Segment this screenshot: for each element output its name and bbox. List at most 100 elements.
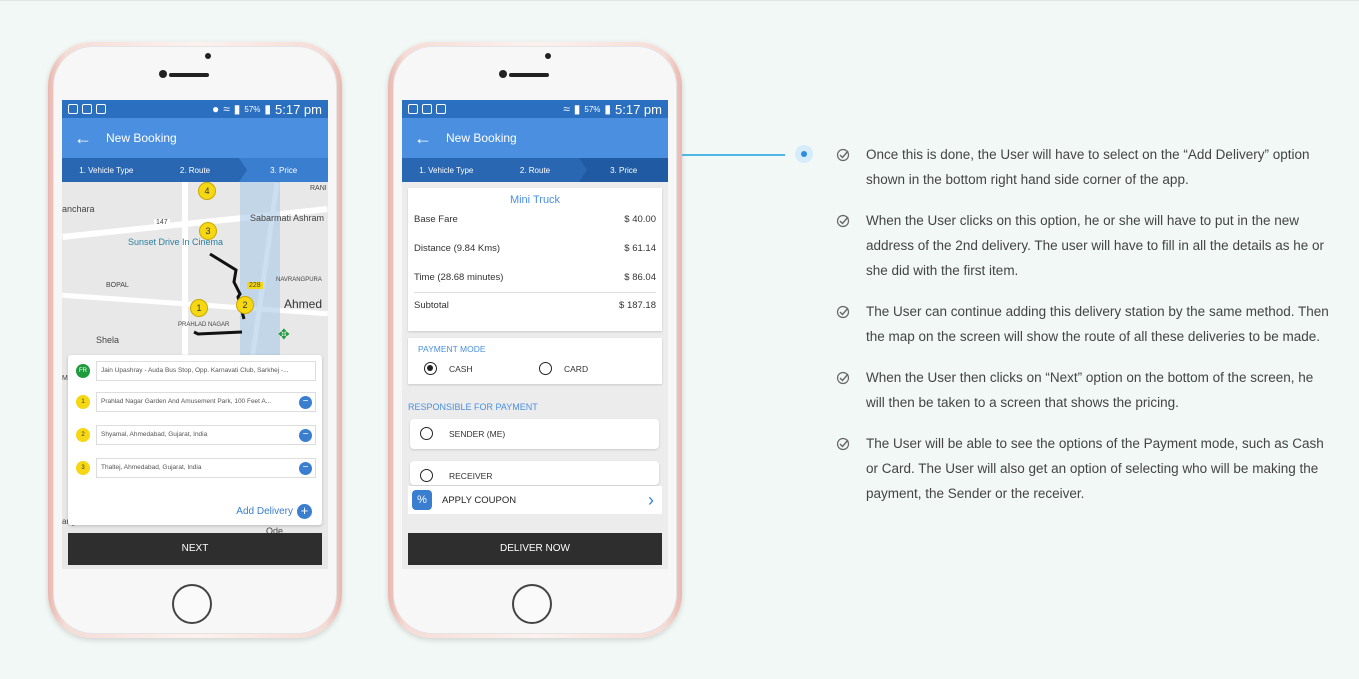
address-field[interactable]: Prahlad Nagar Garden And Amusement Park,…	[96, 392, 316, 412]
fare-value: $ 86.04	[624, 272, 656, 283]
step-label: 1. Vehicle Type	[419, 165, 474, 175]
app-bar: ← New Booking	[62, 118, 328, 158]
top-divider	[0, 0, 1359, 1]
map-pin[interactable]: 3	[199, 222, 217, 240]
price-body: Mini Truck Base Fare $ 40.00 Distance (9.…	[402, 182, 668, 569]
check-circle-icon	[836, 214, 850, 228]
step-route[interactable]: 2. Route	[490, 158, 588, 182]
back-arrow-icon[interactable]: ←	[74, 128, 92, 149]
vehicle-name: Mini Truck	[509, 194, 561, 206]
front-camera-icon	[205, 53, 211, 59]
feature-text: The User can continue adding this delive…	[866, 304, 1329, 344]
apply-coupon-button[interactable]: % APPLY COUPON ›	[408, 486, 662, 514]
fare-card: Mini Truck Base Fare $ 40.00 Distance (9.…	[408, 188, 662, 331]
fare-row: Distance (9.84 Kms) $ 61.14	[408, 243, 662, 254]
card-label: CARD	[564, 363, 589, 374]
app-bar-title: New Booking	[446, 131, 517, 145]
stepper: 1. Vehicle Type 2. Route 3. Price	[402, 158, 668, 182]
address-row-stop: 2 Shyamal, Ahmedabad, Gujarat, India −	[76, 425, 316, 445]
map-pin[interactable]: 1	[190, 299, 208, 317]
address-field[interactable]: Jain Upashray - Auda Bus Stop, Opp. Karn…	[96, 361, 316, 381]
home-button[interactable]	[172, 584, 212, 624]
location-icon: ●	[211, 102, 220, 116]
battery-percent: 57%	[244, 104, 261, 114]
fare-label: Distance (9.84 Kms)	[414, 243, 501, 254]
clock: 5:17 pm	[615, 101, 662, 117]
receiver-option[interactable]: RECEIVER	[410, 461, 659, 485]
recenter-icon[interactable]: ✥	[278, 326, 290, 343]
cash-option[interactable]: CASH	[424, 362, 473, 375]
sensor-icon	[499, 70, 507, 78]
file-icon	[82, 104, 92, 114]
step-label: 3. Price	[270, 165, 298, 175]
step-vehicle-type[interactable]: 1. Vehicle Type	[62, 158, 159, 182]
feature-point: When the User clicks on this option, he …	[836, 208, 1331, 283]
map-pin[interactable]: 4	[198, 182, 216, 200]
remove-stop-icon[interactable]: −	[299, 462, 312, 475]
speaker-grille	[169, 73, 209, 77]
fare-value: $ 40.00	[624, 214, 656, 225]
file-icon	[422, 104, 432, 114]
sender-option[interactable]: SENDER (ME)	[410, 419, 659, 449]
address-text: Prahlad Nagar Garden And Amusement Park,…	[101, 398, 272, 405]
connector-line	[682, 154, 785, 156]
fare-label: Base Fare	[414, 214, 458, 225]
payment-mode-card: PAYMENT MODE CASH CARD	[408, 338, 662, 384]
stop-badge: 1	[76, 395, 90, 409]
status-bar: ≈ ▮ 57% ▮ 5:17 pm	[402, 100, 668, 118]
route-map[interactable]: RANI anchara Sabarmati Ashram Sunset Dri…	[62, 182, 328, 569]
battery-icon: ▮	[264, 102, 272, 116]
add-delivery-button[interactable]: Add Delivery +	[236, 504, 312, 519]
check-circle-icon	[836, 371, 850, 385]
address-field[interactable]: Shyamal, Ahmedabad, Gujarat, India −	[96, 425, 316, 445]
feature-text: When the User clicks on this option, he …	[866, 213, 1324, 278]
fare-label: Time (28.68 minutes)	[414, 272, 504, 283]
feature-point: Once this is done, the User will have to…	[836, 142, 1331, 192]
feature-point: The User can continue adding this delive…	[836, 299, 1331, 349]
step-label: 3. Price	[610, 165, 638, 175]
video-icon	[408, 104, 418, 114]
divider	[414, 292, 656, 293]
home-button[interactable]	[512, 584, 552, 624]
fare-label: Subtotal	[414, 300, 449, 311]
address-list: FR Jain Upashray - Auda Bus Stop, Opp. K…	[68, 355, 322, 525]
price-screen: ≈ ▮ 57% ▮ 5:17 pm ← New Booking 1. Vehic…	[402, 100, 668, 569]
connector-dot	[795, 145, 813, 163]
step-route[interactable]: 2. Route	[150, 158, 248, 182]
step-label: 2. Route	[179, 165, 211, 175]
coupon-label: APPLY COUPON	[442, 494, 517, 506]
app-bar-title: New Booking	[106, 131, 177, 145]
signal-icon: ▮	[233, 102, 241, 116]
front-camera-icon	[545, 53, 551, 59]
next-button[interactable]: NEXT	[68, 533, 322, 565]
remove-stop-icon[interactable]: −	[299, 396, 312, 409]
step-price[interactable]: 3. Price	[239, 158, 328, 182]
coupon-icon: %	[412, 490, 432, 510]
remove-stop-icon[interactable]: −	[299, 429, 312, 442]
back-arrow-icon[interactable]: ←	[414, 128, 432, 149]
battery-percent: 57%	[584, 104, 601, 114]
add-delivery-label: Add Delivery	[236, 506, 293, 517]
address-row-from: FR Jain Upashray - Auda Bus Stop, Opp. K…	[76, 361, 316, 381]
responsible-label: RESPONSIBLE FOR PAYMENT	[408, 402, 538, 412]
map-pin[interactable]: 2	[236, 296, 254, 314]
step-label: 1. Vehicle Type	[79, 165, 134, 175]
sensor-icon	[159, 70, 167, 78]
check-circle-icon	[836, 305, 850, 319]
payment-mode-label: PAYMENT MODE	[418, 344, 486, 354]
wifi-icon: ≈	[223, 102, 230, 116]
deliver-now-button[interactable]: DELIVER NOW	[408, 533, 662, 565]
feature-text: Once this is done, the User will have to…	[866, 147, 1310, 187]
feature-points: Once this is done, the User will have to…	[836, 142, 1331, 522]
stop-badge: 2	[76, 428, 90, 442]
route-screen: ● ≈ ▮ 57% ▮ 5:17 pm ← New Booking 1. Veh…	[62, 100, 328, 569]
feature-point: When the User then clicks on “Next” opti…	[836, 365, 1331, 415]
radio-checked-icon	[424, 362, 437, 375]
step-price[interactable]: 3. Price	[579, 158, 668, 182]
phone-route: ● ≈ ▮ 57% ▮ 5:17 pm ← New Booking 1. Veh…	[48, 42, 342, 638]
step-vehicle-type[interactable]: 1. Vehicle Type	[402, 158, 499, 182]
chevron-right-icon: ›	[648, 489, 654, 510]
card-option[interactable]: CARD	[539, 362, 588, 375]
address-field[interactable]: Thaltej, Ahmedabad, Gujarat, India −	[96, 458, 316, 478]
sender-label: SENDER (ME)	[449, 428, 506, 439]
